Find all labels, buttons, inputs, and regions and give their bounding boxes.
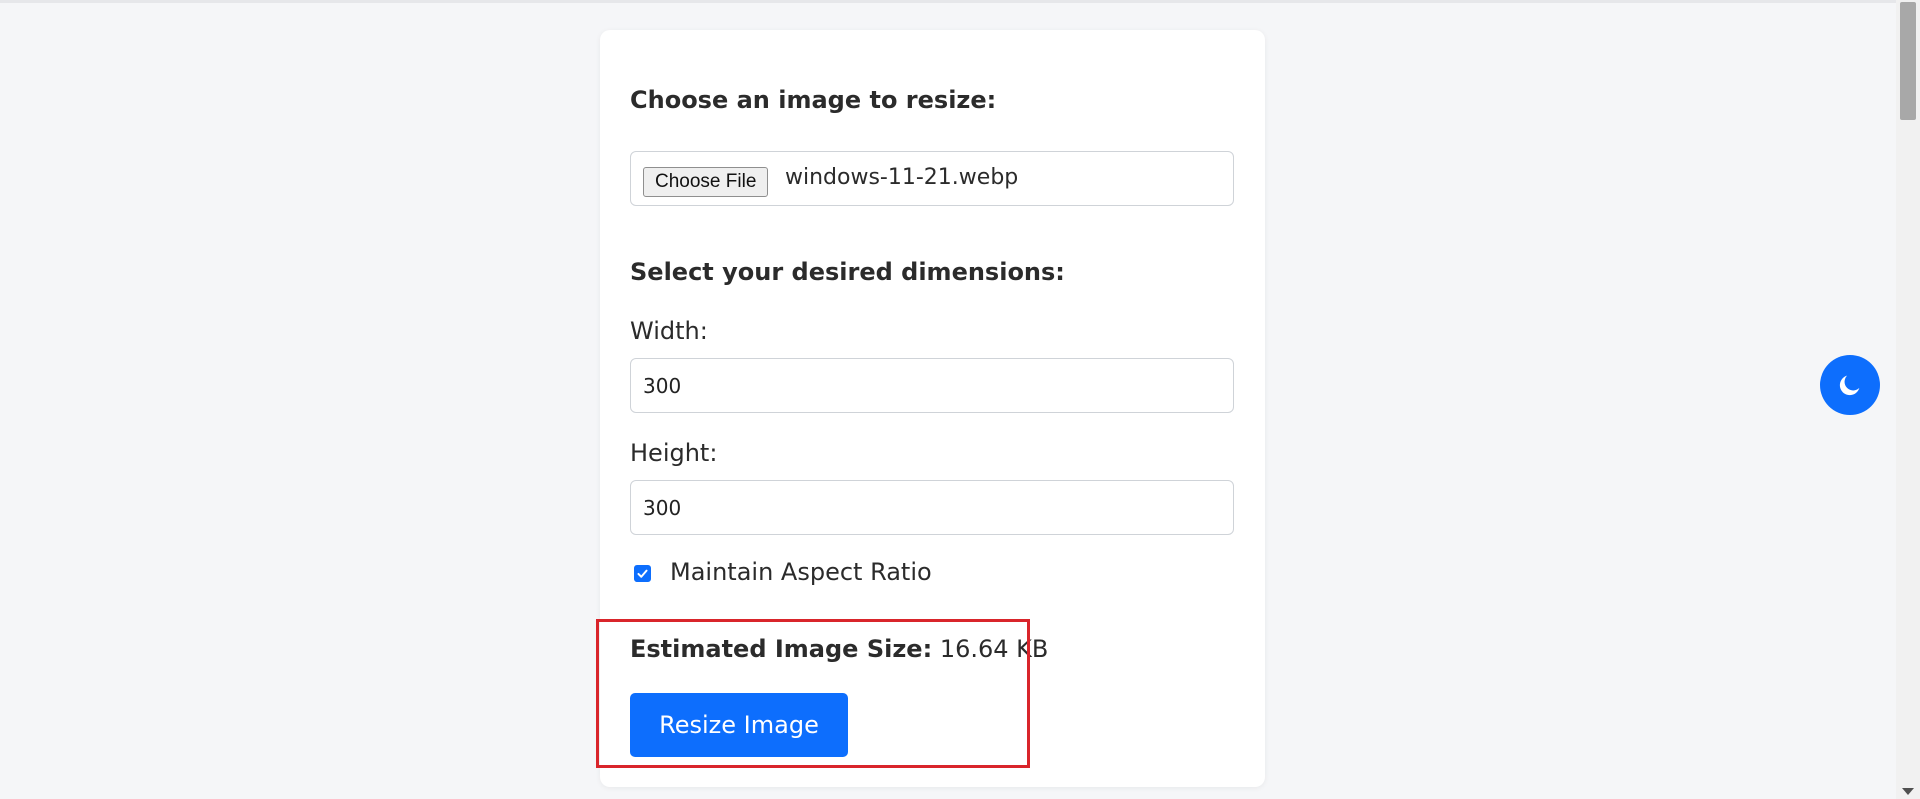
scrollbar-thumb[interactable] [1900, 2, 1916, 120]
aspect-ratio-checkbox[interactable] [634, 565, 651, 582]
width-input[interactable] [630, 358, 1234, 413]
choose-image-heading: Choose an image to resize: [630, 86, 997, 114]
dimensions-heading: Select your desired dimensions: [630, 258, 1065, 286]
height-input[interactable] [630, 480, 1234, 535]
estimated-size-value: 16.64 KB [939, 635, 1049, 663]
width-label: Width: [630, 317, 708, 345]
checkmark-icon [637, 569, 648, 578]
page-scrollbar[interactable] [1896, 0, 1920, 799]
moon-icon [1839, 375, 1860, 396]
estimated-size-label: Estimated Image Size: [630, 635, 933, 663]
theme-toggle-button[interactable] [1820, 355, 1880, 415]
choose-file-button[interactable]: Choose File [643, 167, 769, 197]
file-input[interactable]: Choose File windows-11-21.webp [630, 151, 1234, 206]
resize-form-card: Choose an image to resize: Choose File w… [600, 30, 1265, 787]
selected-file-name: windows-11-21.webp [785, 165, 1019, 190]
scroll-down-arrow-icon[interactable] [1902, 788, 1914, 795]
estimated-size: Estimated Image Size: 16.64 KB [630, 635, 1048, 663]
resize-image-button[interactable]: Resize Image [630, 693, 848, 757]
aspect-ratio-label: Maintain Aspect Ratio [670, 558, 932, 586]
top-border [0, 0, 1896, 3]
height-label: Height: [630, 439, 718, 467]
